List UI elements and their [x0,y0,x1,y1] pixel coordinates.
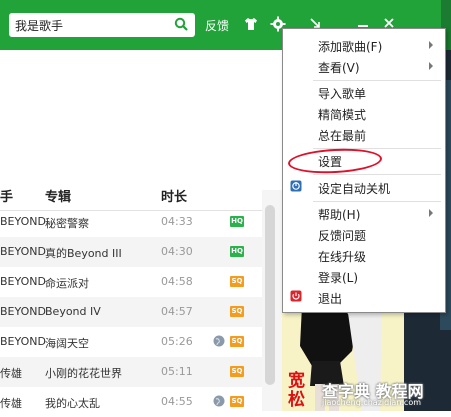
quality-badge: SQ [230,276,244,287]
search-icon[interactable] [174,17,189,32]
submenu-arrow-icon [429,41,433,49]
menu-item-label: 帮助(H) [318,208,361,222]
quality-badge: HQ [230,246,244,257]
poster-text: 宽松 [288,371,305,410]
row-album[interactable]: 真的Beyond III [45,245,122,261]
table-row[interactable]: BEYOND 真的Beyond III 04:30 HQ [0,237,262,267]
table-row[interactable]: BEYOND 命运派对 04:58 SQ [0,267,262,297]
row-singer: BEYOND [0,245,46,258]
row-album[interactable]: 秘密警察 [45,215,89,231]
globe-icon [213,335,225,347]
menu-item-label: 总在最前 [318,129,367,143]
menu-item-login[interactable]: 登录(L) [283,266,445,287]
menu-item-label: 退出 [318,292,343,306]
quality-badge: HQ [230,216,244,227]
menu-divider [313,174,441,175]
row-duration: 05:11 [161,365,193,378]
watermark-url: jiaocheng.chazidian.com [322,398,422,407]
table-row[interactable]: BEYOND 海阔天空 05:26 SQ [0,327,262,357]
menu-item-label: 登录(L) [318,271,359,285]
row-duration: 04:33 [161,215,193,228]
menu-divider [313,80,441,81]
row-duration: 04:55 [161,395,193,408]
row-album[interactable]: 小刚的花花世界 [45,365,122,381]
row-singer: 传雄 [0,367,22,380]
row-duration: 05:26 [161,335,193,348]
menu-item-label: 反馈问题 [318,229,367,243]
menu-item-help[interactable]: 帮助(H) [283,203,445,224]
row-singer: BEYOND [0,215,46,228]
table-row[interactable]: 传雄 小刚的花花世界 05:11 SQ [0,357,262,387]
search-input[interactable]: 我是歌手 [15,17,63,34]
quality-badge: SQ [230,366,244,377]
menu-item-view[interactable]: 查看(V) [283,56,445,77]
row-duration: 04:57 [161,305,193,318]
shutdown-timer-icon [290,180,302,192]
skin-shirt-icon[interactable] [243,16,259,32]
row-album[interactable]: 海阔天空 [45,335,89,351]
menu-item-label: 在线升级 [318,250,367,264]
quality-badge: SQ [230,336,244,347]
menu-item-auto-shutdown[interactable]: 设定自动关机 [283,177,445,198]
search-box[interactable]: 我是歌手 [9,13,195,37]
menu-item-import-playlist[interactable]: 导入歌单 [283,82,445,103]
menu-item-label: 添加歌曲(F) [318,40,383,54]
exit-power-icon [290,290,302,302]
menu-item-label: 查看(V) [318,61,360,75]
scrollbar-thumb[interactable] [265,205,275,385]
quality-badge: SQ [230,306,244,317]
menu-item-compact-mode[interactable]: 精简模式 [283,103,445,124]
column-album[interactable]: 专辑 [45,186,71,205]
row-duration: 04:30 [161,245,193,258]
feedback-button[interactable]: 反馈 [205,17,229,34]
row-duration: 04:58 [161,275,193,288]
row-singer: 传雄 [0,397,22,410]
table-row[interactable]: BEYOND Beyond IV 04:57 SQ [0,297,262,327]
submenu-arrow-icon [429,209,433,217]
menu-item-label: 精简模式 [318,108,367,122]
menu-item-feedback[interactable]: 反馈问题 [283,224,445,245]
column-duration[interactable]: 时长 [161,186,187,205]
row-album[interactable]: 我的心太乱 [45,395,100,411]
table-row[interactable]: 传雄 我的心太乱 04:55 SQ [0,387,262,417]
row-album[interactable]: 命运派对 [45,275,89,291]
menu-item-always-on-top[interactable]: 总在最前 [283,124,445,145]
menu-item-add-song[interactable]: 添加歌曲(F) [283,35,445,56]
quality-badge: SQ [230,396,244,407]
menu-item-online-upgrade[interactable]: 在线升级 [283,245,445,266]
column-singer[interactable]: 手 [0,186,13,205]
row-singer: BEYOND [0,305,46,318]
menu-item-exit[interactable]: 退出 [283,287,445,308]
menu-item-label: 设定自动关机 [318,182,391,196]
table-row[interactable]: BEYOND 秘密警察 04:33 HQ [0,207,262,237]
submenu-arrow-icon [429,62,433,70]
menu-item-label: 导入歌单 [318,87,367,101]
row-singer: BEYOND [0,335,46,348]
row-album[interactable]: Beyond IV [45,305,101,318]
row-singer: BEYOND [0,275,46,288]
menu-divider [313,201,441,202]
globe-icon [213,395,225,407]
